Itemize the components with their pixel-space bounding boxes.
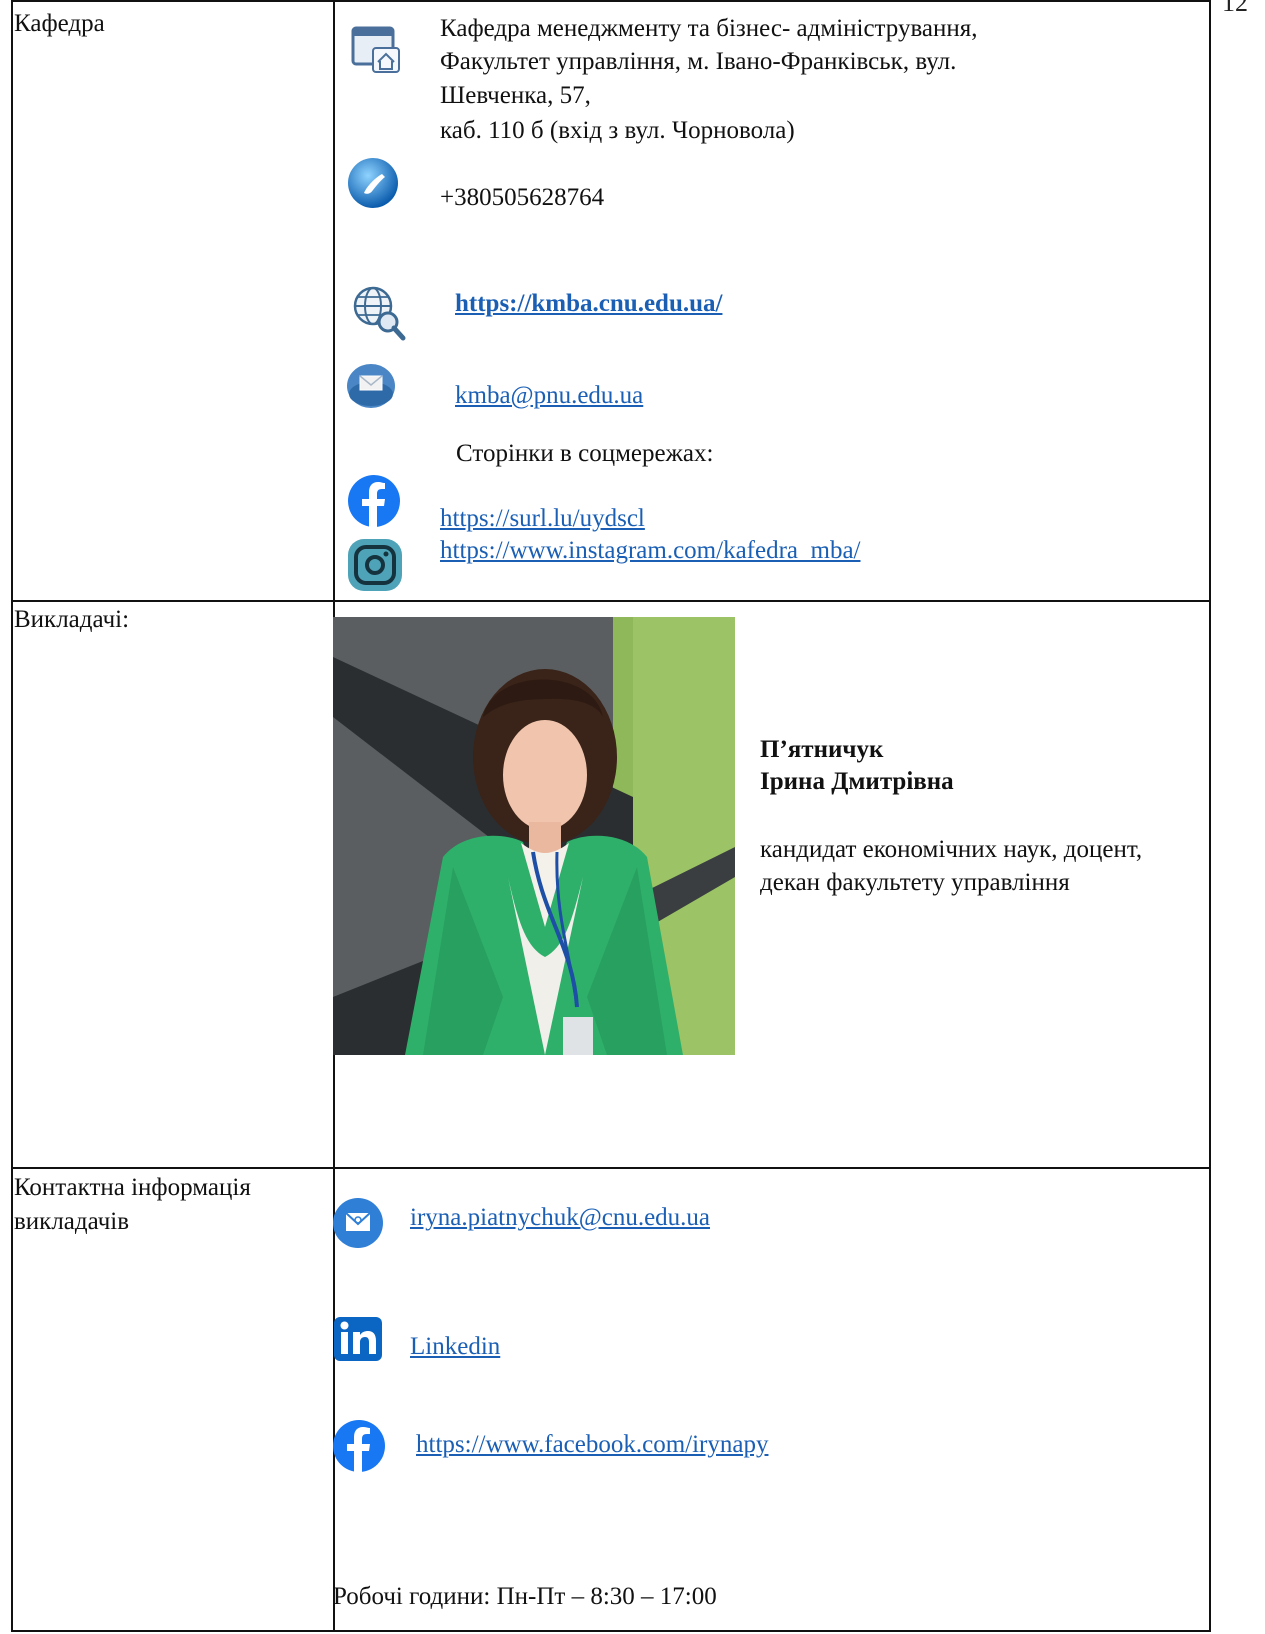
teacher-facebook-link[interactable]: https://www.facebook.com/irynapy — [416, 1428, 768, 1461]
teacher-given-name: Ірина Дмитрівна — [760, 768, 954, 795]
teacher-title-line-2: декан факультету управління — [760, 869, 1070, 896]
working-hours: Робочі години: Пн-Пт – 8:30 – 17:00 — [333, 1583, 717, 1610]
social-heading: Сторінки в соцмережах: — [456, 440, 714, 467]
teacher-email-icon — [333, 1198, 383, 1248]
department-website-link[interactable]: https://kmba.cnu.edu.ua/ — [455, 287, 722, 320]
facebook-icon — [348, 475, 400, 527]
teacher-contacts-label-line-1: Контактна інформація — [14, 1174, 251, 1201]
teacher-contacts-label-line-2: викладачів — [14, 1208, 130, 1235]
email-envelope-icon — [347, 364, 395, 408]
page-number: 12 — [1222, 0, 1248, 17]
instagram-icon — [348, 539, 402, 591]
address-home-icon — [351, 26, 400, 73]
teacher-surname: П’ятничук — [760, 736, 884, 763]
phone-icon — [348, 158, 398, 208]
department-label: Кафедра — [14, 10, 105, 37]
address-line-2: Факультет управління, м. Івано-Франківсь… — [440, 48, 957, 75]
row-divider-1 — [13, 600, 1209, 602]
department-facebook-link[interactable]: https://surl.lu/uydscl — [440, 502, 645, 535]
phone-number: +380505628764 — [440, 184, 605, 211]
teacher-linkedin-link[interactable]: Linkedin — [410, 1330, 500, 1363]
address-line-4: каб. 110 б (вхід з вул. Чорновола) — [440, 117, 795, 144]
teachers-label: Викладачі: — [14, 606, 130, 633]
linkedin-icon — [334, 1317, 382, 1361]
teacher-title-line-1: кандидат економічних наук, доцент, — [760, 836, 1143, 863]
address-line-1: Кафедра менеджменту та бізнес- адміністр… — [440, 15, 978, 42]
department-instagram-link[interactable]: https://www.instagram.com/kafedra_mba/ — [440, 534, 861, 567]
row-divider-2 — [13, 1167, 1209, 1169]
teacher-email-link[interactable]: iryna.piatnychuk@cnu.edu.ua — [410, 1201, 710, 1234]
department-email-link[interactable]: kmba@pnu.edu.ua — [455, 379, 643, 412]
teacher-facebook-icon — [333, 1420, 385, 1472]
website-globe-icon — [353, 286, 406, 341]
teacher-photo — [333, 617, 735, 1055]
address-line-3: Шевченка, 57, — [440, 82, 591, 109]
